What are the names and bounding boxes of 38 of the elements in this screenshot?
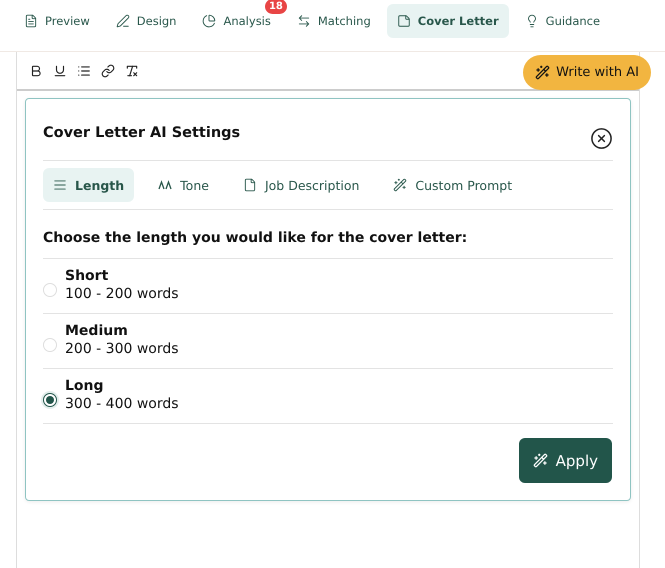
question-text: Choose the length you would like for the cover letter: bbox=[43, 210, 613, 259]
magic-wand-icon bbox=[532, 453, 548, 468]
settings-tab[interactable]: Length bbox=[43, 168, 134, 202]
list-icon[interactable] bbox=[77, 64, 91, 78]
document-icon bbox=[242, 178, 257, 192]
note-icon bbox=[396, 14, 411, 28]
nav-tab[interactable]: Guidance bbox=[514, 4, 610, 38]
option-title: Short bbox=[65, 268, 110, 284]
tone-icon bbox=[158, 180, 172, 190]
pen-icon bbox=[116, 14, 130, 28]
panel-title: Cover Letter AI Settings bbox=[43, 124, 240, 140]
option-title: Medium bbox=[65, 323, 129, 339]
close-icon[interactable] bbox=[590, 127, 613, 150]
underline-icon[interactable] bbox=[53, 64, 67, 78]
option-title: Long bbox=[65, 378, 105, 394]
option-detail: 300 - 400 words bbox=[65, 396, 179, 412]
option-detail: 100 - 200 words bbox=[65, 286, 179, 302]
pie-chart-icon bbox=[202, 14, 216, 28]
count-badge: 18 bbox=[264, 0, 287, 14]
nav-tab[interactable]: Design bbox=[106, 4, 186, 38]
settings-tab[interactable]: Tone bbox=[148, 168, 219, 202]
magic-wand-icon bbox=[393, 178, 408, 192]
write-with-ai-button[interactable]: Write with AI bbox=[523, 55, 651, 90]
settings-tab[interactable]: Job Description bbox=[232, 168, 370, 202]
option-detail: 200 - 300 words bbox=[65, 341, 179, 357]
arrows-icon bbox=[296, 14, 311, 28]
settings-tab[interactable]: Custom Prompt bbox=[383, 168, 522, 202]
nav-tab[interactable]: Matching bbox=[286, 4, 381, 38]
link-icon[interactable] bbox=[101, 64, 115, 78]
clear-format-icon[interactable] bbox=[125, 64, 139, 78]
bold-icon[interactable] bbox=[29, 64, 43, 78]
lines-icon bbox=[53, 178, 67, 192]
nav-tab[interactable]: Preview bbox=[14, 4, 100, 38]
radio-button[interactable] bbox=[43, 393, 57, 407]
magic-wand-icon bbox=[535, 65, 550, 80]
document-icon bbox=[24, 14, 38, 28]
apply-button[interactable]: Apply bbox=[518, 438, 612, 483]
nav-tab[interactable]: Cover Letter bbox=[386, 4, 509, 38]
